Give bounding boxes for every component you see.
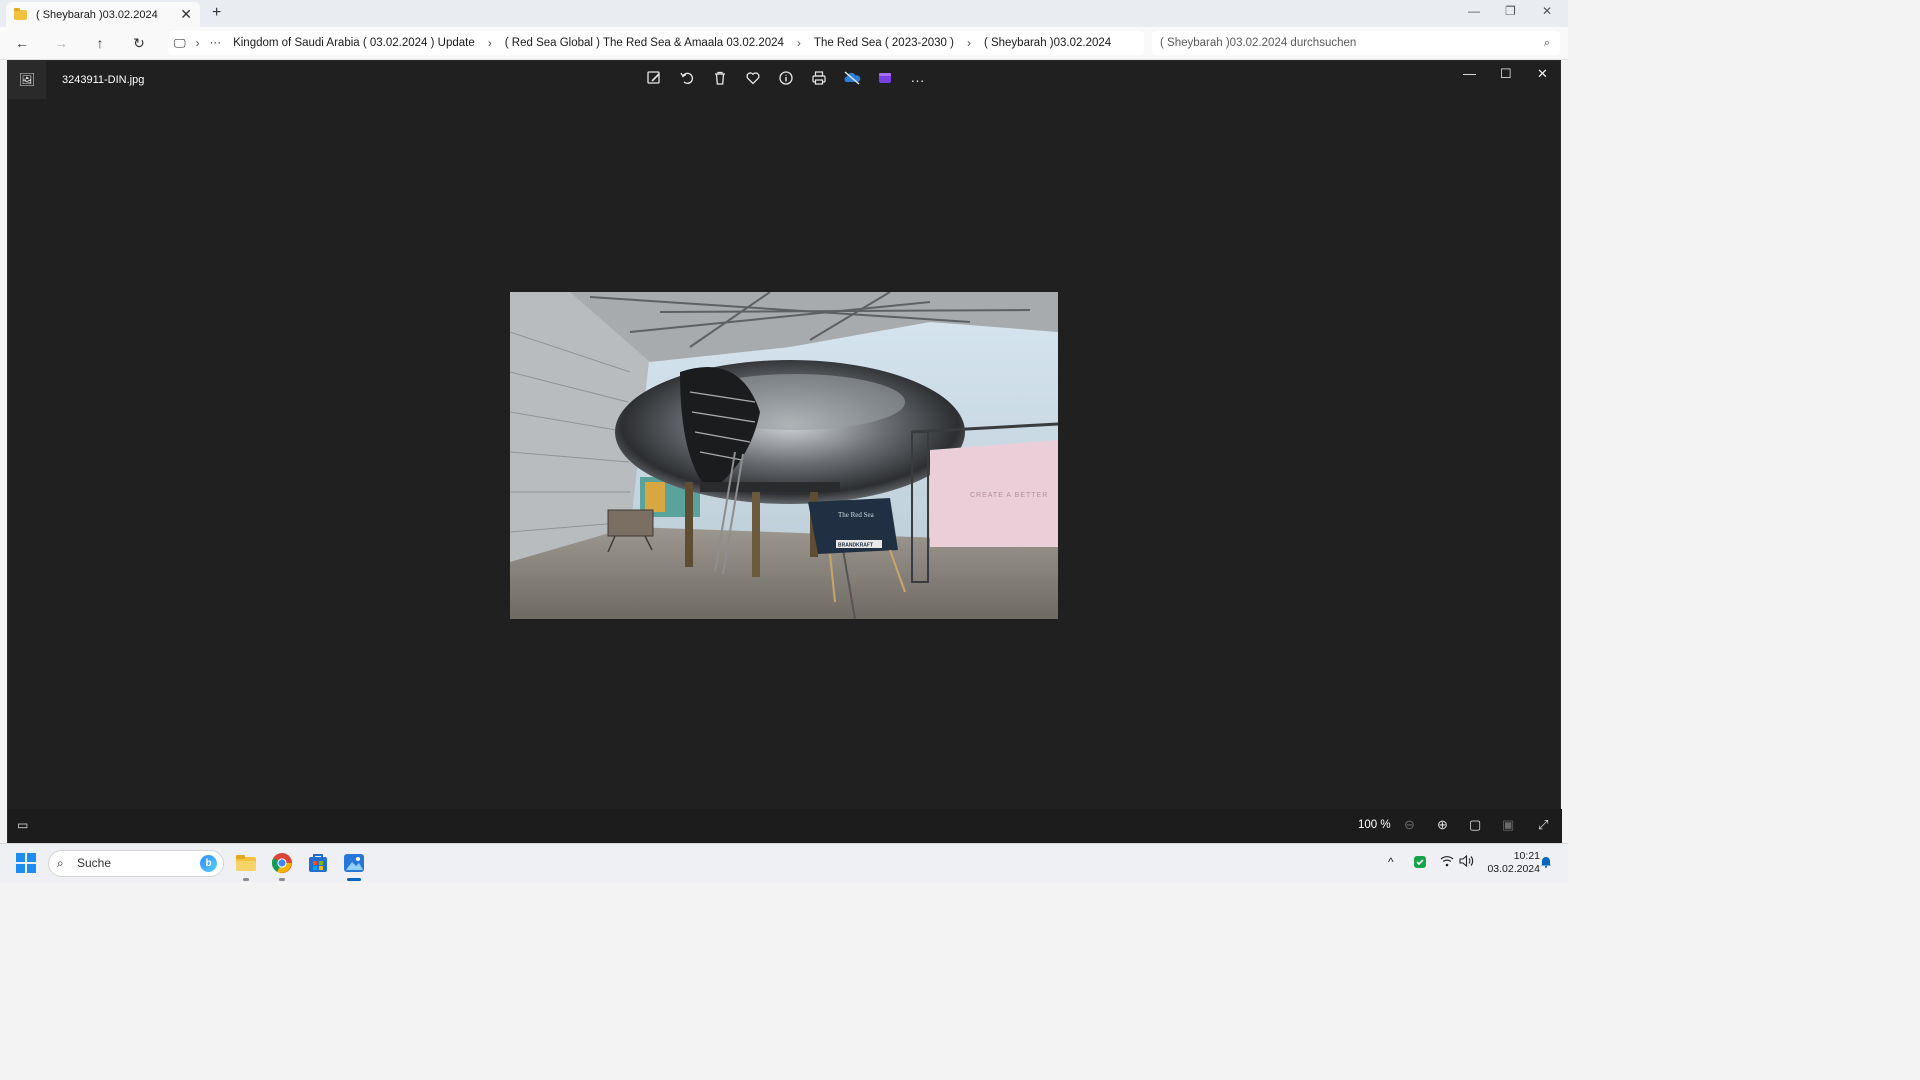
taskbar-clock[interactable]: 10:21 03.02.2024 [1478,850,1540,876]
clock-date: 03.02.2024 [1487,863,1540,875]
chrome-icon[interactable] [270,851,294,881]
chevron-right-icon: › [796,36,801,50]
breadcrumb-more-button[interactable]: ··· [210,37,222,49]
back-button[interactable]: ← [14,35,30,51]
filmstrip-icon[interactable]: ▭ [17,818,28,832]
refresh-button[interactable]: ↻ [131,35,147,51]
viewer-maximize-button[interactable]: ☐ [1500,66,1512,82]
viewer-title-bar: 🖼 3243911-DIN.jpg ··· — ☐ ✕ [8,61,1562,99]
zoom-out-icon[interactable]: ⊖ [1404,817,1415,833]
explorer-minimize-button[interactable]: — [1468,4,1480,18]
pc-icon[interactable]: 🖵 [174,36,186,51]
breadcrumb-item-sheybarah[interactable]: ( Sheybarah )03.02.2024 [984,37,1111,49]
notification-bell-icon[interactable] [1540,855,1552,871]
fit-to-window-icon[interactable]: ▢ [1469,817,1481,833]
print-icon[interactable] [809,70,828,90]
clipchamp-icon[interactable] [875,70,894,90]
explorer-tab-strip: ( Sheybarah )03.02.2024 ✕ + — ❐ ✕ [0,0,1568,27]
bing-icon[interactable]: b [200,855,217,872]
explorer-restore-button[interactable]: ❐ [1505,4,1516,18]
windows-start-icon[interactable] [16,853,36,873]
onedrive-icon[interactable] [842,70,861,90]
wifi-icon[interactable] [1440,855,1454,870]
breadcrumb-item-red-sea-global[interactable]: ( Red Sea Global ) The Red Sea & Amaala … [505,37,784,49]
search-icon: ⌕ [1543,37,1550,49]
photos-app-icon: 🖼 [8,61,46,99]
taskbar-search-input[interactable]: ⌕ Suche b [48,850,224,877]
taskbar: ⌕ Suche b ^ 10:21 03.02.2024 [0,843,1568,882]
heart-icon[interactable] [743,70,762,90]
explorer-close-button[interactable]: ✕ [1542,4,1552,18]
search-icon: ⌕ [57,856,64,870]
breadcrumb-item-red-sea[interactable]: The Red Sea ( 2023-2030 ) [814,37,954,49]
breadcrumb[interactable]: 🖵 › ··· Kingdom of Saudi Arabia ( 03.02.… [168,31,1144,55]
photos-viewer-window: 🖼 3243911-DIN.jpg ··· — ☐ ✕ CREATE A BET… [7,60,1562,843]
tab-close-icon[interactable]: ✕ [180,6,192,23]
file-explorer-icon[interactable] [234,851,258,881]
up-button[interactable]: ↑ [92,35,108,51]
explorer-tab-title: ( Sheybarah )03.02.2024 [36,8,158,21]
viewer-toolbar: ··· [644,70,927,90]
rotate-icon[interactable] [677,70,696,90]
volume-icon[interactable] [1459,854,1474,870]
explorer-address-row: ← → ↑ ↻ 🖵 › ··· Kingdom of Saudi Arabia … [0,27,1568,60]
clock-time: 10:21 [1513,850,1540,862]
search-placeholder: ( Sheybarah )03.02.2024 durchsuchen [1160,37,1357,49]
chevron-right-icon: › [487,36,492,50]
info-icon[interactable] [776,70,795,90]
microsoft-store-icon[interactable] [306,851,330,875]
displayed-photo[interactable]: CREATE A BETTER The Red Sea BRANDKRAFT [510,292,1058,619]
viewer-minimize-button[interactable]: — [1463,66,1476,81]
photo-sign-text: CREATE A BETTER [970,492,1048,499]
viewer-bottom-bar: ▭ 100 % ⊖ ⊕ ▢ ▣ ⤢ [8,809,1562,843]
breadcrumb-item-ksa[interactable]: Kingdom of Saudi Arabia ( 03.02.2024 ) U… [233,37,475,49]
photo-board-title: The Red Sea [838,511,875,519]
explorer-search-input[interactable]: ( Sheybarah )03.02.2024 durchsuchen ⌕ [1152,31,1560,55]
explorer-tab[interactable]: ( Sheybarah )03.02.2024 ✕ [6,2,200,27]
taskbar-search-label: Suche [77,856,112,870]
chevron-right-icon: › [195,36,200,50]
zoom-in-icon[interactable]: ⊕ [1437,817,1448,833]
folder-icon [14,7,27,20]
security-shield-icon[interactable] [1413,855,1427,872]
edit-icon[interactable] [644,70,663,90]
fullscreen-icon[interactable]: ⤢ [1538,817,1548,833]
viewer-filename: 3243911-DIN.jpg [62,74,145,86]
photo-board-brand: BRANDKRAFT [838,543,873,549]
trash-icon[interactable] [710,70,729,90]
viewer-close-button[interactable]: ✕ [1537,66,1548,82]
forward-button[interactable]: → [53,35,69,51]
photos-app-taskbar-icon[interactable] [342,851,366,881]
actual-size-icon[interactable]: ▣ [1502,817,1514,833]
zoom-level[interactable]: 100 % [1358,819,1391,831]
tray-overflow-chevron-icon[interactable]: ^ [1388,855,1394,869]
new-tab-button[interactable]: + [212,4,221,22]
more-icon[interactable]: ··· [908,70,927,90]
chevron-right-icon: › [966,36,971,50]
